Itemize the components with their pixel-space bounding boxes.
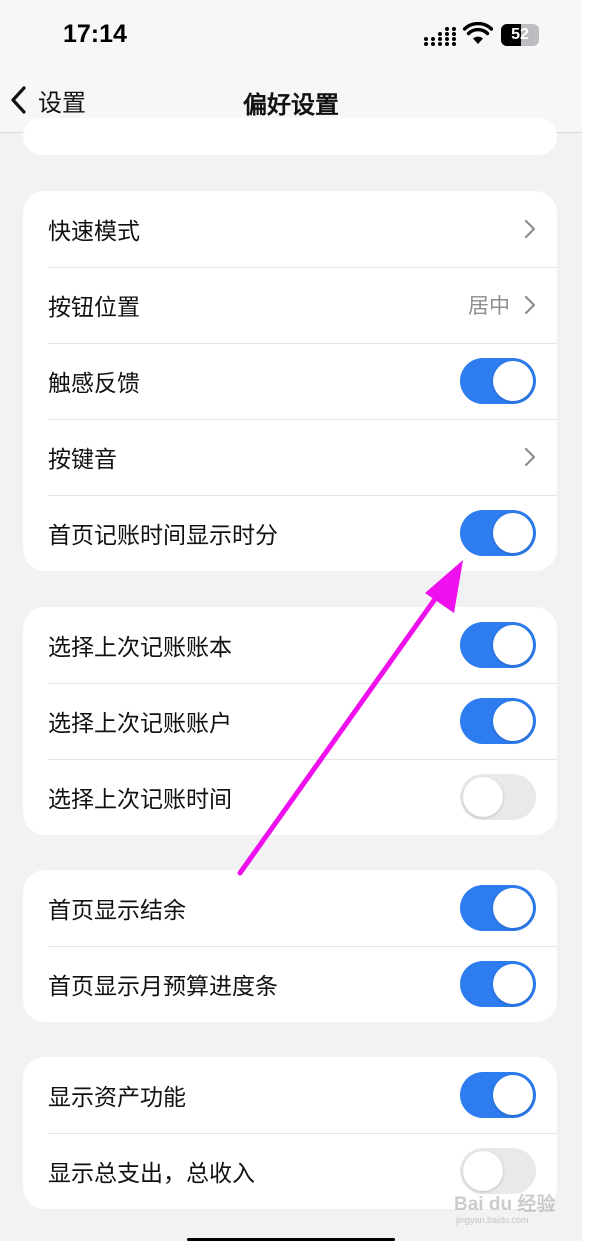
right-edge-strip xyxy=(582,0,591,1241)
toggle-knob xyxy=(493,701,533,741)
settings-group: 显示资产功能 显示总支出，总收入 xyxy=(23,1057,557,1209)
baidu-watermark: Bai du 经验 jingyan.baidu.com xyxy=(454,1192,556,1225)
setting-row-button-position[interactable]: 按钮位置 居中 xyxy=(23,267,557,343)
setting-label: 按钮位置 xyxy=(48,295,140,321)
setting-label: 选择上次记账账户 xyxy=(48,711,232,737)
toggle-switch[interactable] xyxy=(460,1072,536,1118)
toggle-switch[interactable] xyxy=(460,961,536,1007)
setting-row-asset-feature: 显示资产功能 xyxy=(23,1057,557,1133)
setting-row-last-time: 选择上次记账时间 xyxy=(23,759,557,835)
toggle-knob xyxy=(463,1151,503,1191)
settings-group: 首页显示结余 首页显示月预算进度条 xyxy=(23,870,557,1022)
toggle-knob xyxy=(493,513,533,553)
toggle-knob xyxy=(493,964,533,1004)
setting-label: 快速模式 xyxy=(48,219,140,245)
toggle-switch[interactable] xyxy=(460,698,536,744)
settings-group: 快速模式 按钮位置 居中 触感反馈 按键音 首页记账时间显示时分 xyxy=(23,191,557,571)
battery-level: 52 xyxy=(511,26,529,43)
toggle-knob xyxy=(493,888,533,928)
toggle-knob xyxy=(493,1075,533,1115)
setting-row-home-time-hm: 首页记账时间显示时分 xyxy=(23,495,557,571)
chevron-right-icon xyxy=(524,219,536,239)
setting-value: 居中 xyxy=(468,294,510,318)
toggle-knob xyxy=(493,361,533,401)
toggle-switch[interactable] xyxy=(460,358,536,404)
setting-row-last-account: 选择上次记账账户 xyxy=(23,683,557,759)
toggle-switch[interactable] xyxy=(460,510,536,556)
setting-label: 首页记账时间显示时分 xyxy=(48,523,278,549)
page-title: 偏好设置 xyxy=(243,91,339,119)
setting-label: 选择上次记账时间 xyxy=(48,787,232,813)
wifi-icon xyxy=(463,22,493,44)
setting-label: 选择上次记账账本 xyxy=(48,635,232,661)
setting-row-last-book: 选择上次记账账本 xyxy=(23,607,557,683)
setting-label: 显示资产功能 xyxy=(48,1085,186,1111)
toggle-knob xyxy=(463,777,503,817)
setting-label: 首页显示结余 xyxy=(48,898,186,924)
setting-row-quick-mode[interactable]: 快速模式 xyxy=(23,191,557,267)
chevron-right-icon xyxy=(524,447,536,467)
toggle-switch[interactable] xyxy=(460,622,536,668)
watermark-text: Bai du 经验 xyxy=(454,1192,556,1215)
setting-row-home-balance: 首页显示结余 xyxy=(23,870,557,946)
watermark-subtext: jingyan.baidu.com xyxy=(455,1215,529,1225)
setting-row-key-sound[interactable]: 按键音 xyxy=(23,419,557,495)
battery-icon: 52 xyxy=(501,24,539,46)
signal-icon xyxy=(424,27,456,46)
chevron-right-icon xyxy=(524,295,536,315)
setting-row-home-budget-bar: 首页显示月预算进度条 xyxy=(23,946,557,1022)
setting-label: 首页显示月预算进度条 xyxy=(48,974,278,1000)
setting-label: 显示总支出，总收入 xyxy=(48,1161,255,1187)
toggle-switch[interactable] xyxy=(460,885,536,931)
toggle-knob xyxy=(493,625,533,665)
setting-label: 按键音 xyxy=(48,447,117,473)
setting-label: 触感反馈 xyxy=(48,371,140,397)
settings-group-previous xyxy=(23,118,557,155)
setting-row-haptic-feedback: 触感反馈 xyxy=(23,343,557,419)
status-bar: 17:14 52 xyxy=(0,0,582,70)
settings-group: 选择上次记账账本 选择上次记账账户 选择上次记账时间 xyxy=(23,607,557,835)
status-time: 17:14 xyxy=(63,20,127,48)
toggle-switch[interactable] xyxy=(460,774,536,820)
